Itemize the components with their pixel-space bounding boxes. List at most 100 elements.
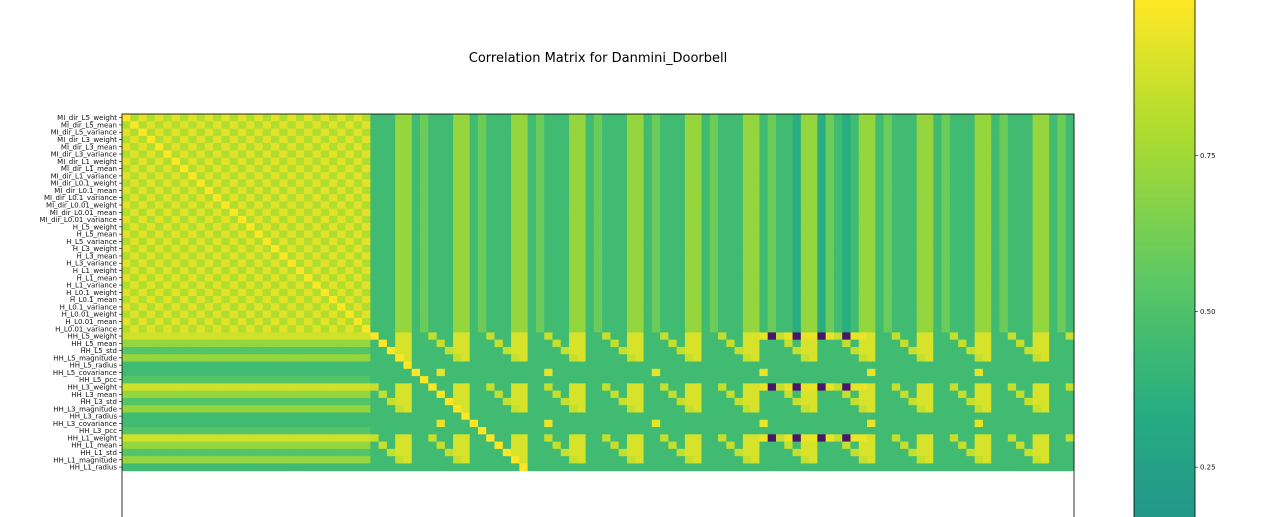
- heatmap-cell: [949, 383, 959, 392]
- heatmap-cell: [511, 332, 520, 341]
- heatmap-cell: [146, 143, 156, 151]
- heatmap-cell: [477, 230, 487, 239]
- heatmap-cell: [626, 390, 636, 399]
- heatmap-cell: [602, 383, 611, 392]
- heatmap-cell: [585, 325, 595, 333]
- heatmap-cell: [734, 405, 744, 413]
- heatmap-cell: [850, 179, 860, 188]
- heatmap-cell: [684, 150, 694, 159]
- heatmap-cell: [420, 143, 429, 151]
- heatmap-cell: [958, 383, 967, 392]
- heatmap-cell: [237, 419, 247, 428]
- heatmap-cell: [511, 164, 520, 173]
- heatmap-cell: [1007, 332, 1017, 341]
- heatmap-cell: [519, 164, 529, 173]
- heatmap-cell: [883, 259, 893, 268]
- heatmap-cell: [122, 179, 131, 188]
- heatmap-cell: [610, 114, 620, 122]
- heatmap-cell: [254, 150, 264, 159]
- heatmap-cell: [924, 259, 934, 268]
- heatmap-cell: [221, 266, 231, 275]
- heatmap-cell: [262, 317, 272, 326]
- heatmap-cell: [453, 143, 462, 151]
- heatmap-cell: [221, 245, 231, 253]
- heatmap-cell: [179, 135, 189, 144]
- heatmap-cell: [453, 266, 462, 275]
- heatmap-cell: [875, 310, 884, 319]
- heatmap-cell: [569, 412, 578, 421]
- heatmap-cell: [875, 346, 884, 355]
- heatmap-cell: [370, 215, 380, 224]
- heatmap-cell: [246, 339, 255, 348]
- heatmap-cell: [204, 412, 214, 421]
- heatmap-cell: [709, 405, 719, 413]
- heatmap-cell: [560, 121, 570, 129]
- heatmap-cell: [535, 405, 545, 413]
- heatmap-cell: [1065, 412, 1075, 421]
- heatmap-cell: [1065, 310, 1075, 319]
- heatmap-cell: [668, 208, 678, 217]
- heatmap-cell: [974, 296, 984, 304]
- heatmap-cell: [122, 150, 131, 159]
- heatmap-cell: [527, 230, 537, 239]
- heatmap-cell: [842, 405, 851, 413]
- heatmap-cell: [867, 208, 876, 217]
- heatmap-cell: [949, 390, 959, 399]
- heatmap-cell: [295, 332, 305, 341]
- heatmap-cell: [577, 325, 586, 333]
- heatmap-cell: [775, 121, 785, 129]
- heatmap-cell: [403, 194, 413, 202]
- heatmap-cell: [817, 128, 827, 137]
- heatmap-cell: [684, 266, 694, 275]
- heatmap-cell: [362, 179, 371, 188]
- heatmap-cell: [742, 259, 752, 268]
- heatmap-cell: [213, 296, 222, 304]
- heatmap-cell: [221, 397, 231, 406]
- heatmap-cell: [867, 121, 876, 129]
- heatmap-cell: [130, 179, 139, 188]
- heatmap-cell: [179, 397, 189, 406]
- heatmap-cell: [453, 288, 462, 297]
- heatmap-cell: [800, 317, 810, 326]
- heatmap-cell: [1016, 376, 1025, 384]
- heatmap-cell: [221, 194, 231, 202]
- heatmap-cell: [146, 121, 156, 129]
- heatmap-cell: [453, 354, 462, 362]
- heatmap-cell: [345, 157, 355, 166]
- heatmap-cell: [593, 172, 603, 180]
- heatmap-cell: [188, 427, 197, 435]
- heatmap-cell: [312, 412, 322, 421]
- heatmap-cell: [974, 215, 984, 224]
- heatmap-cell: [196, 303, 206, 311]
- heatmap-cell: [635, 179, 644, 188]
- heatmap-cell: [386, 339, 396, 348]
- heatmap-cell: [461, 121, 471, 129]
- heatmap-cell: [511, 419, 520, 428]
- heatmap-cell: [527, 186, 537, 195]
- heatmap-cell: [858, 310, 868, 319]
- heatmap-cell: [751, 274, 760, 282]
- heatmap-cell: [1049, 179, 1058, 188]
- heatmap-cell: [610, 245, 620, 253]
- heatmap-cell: [817, 201, 827, 210]
- heatmap-cell: [469, 288, 479, 297]
- heatmap-cell: [403, 281, 413, 290]
- heatmap-cell: [544, 223, 553, 231]
- heatmap-cell: [560, 419, 570, 428]
- heatmap-cell: [395, 419, 404, 428]
- heatmap-cell: [842, 376, 851, 384]
- heatmap-cell: [784, 288, 793, 297]
- heatmap-cell: [262, 288, 272, 297]
- heatmap-cell: [378, 164, 388, 173]
- heatmap-cell: [991, 114, 1000, 122]
- heatmap-cell: [974, 266, 984, 275]
- heatmap-cell: [146, 376, 156, 384]
- heatmap-cell: [345, 412, 355, 421]
- heatmap-cell: [593, 266, 603, 275]
- heatmap-cell: [999, 354, 1009, 362]
- heatmap-cell: [718, 317, 727, 326]
- heatmap-cell: [196, 135, 206, 144]
- heatmap-cell: [767, 179, 777, 188]
- heatmap-cell: [833, 354, 843, 362]
- heatmap-cell: [254, 390, 264, 399]
